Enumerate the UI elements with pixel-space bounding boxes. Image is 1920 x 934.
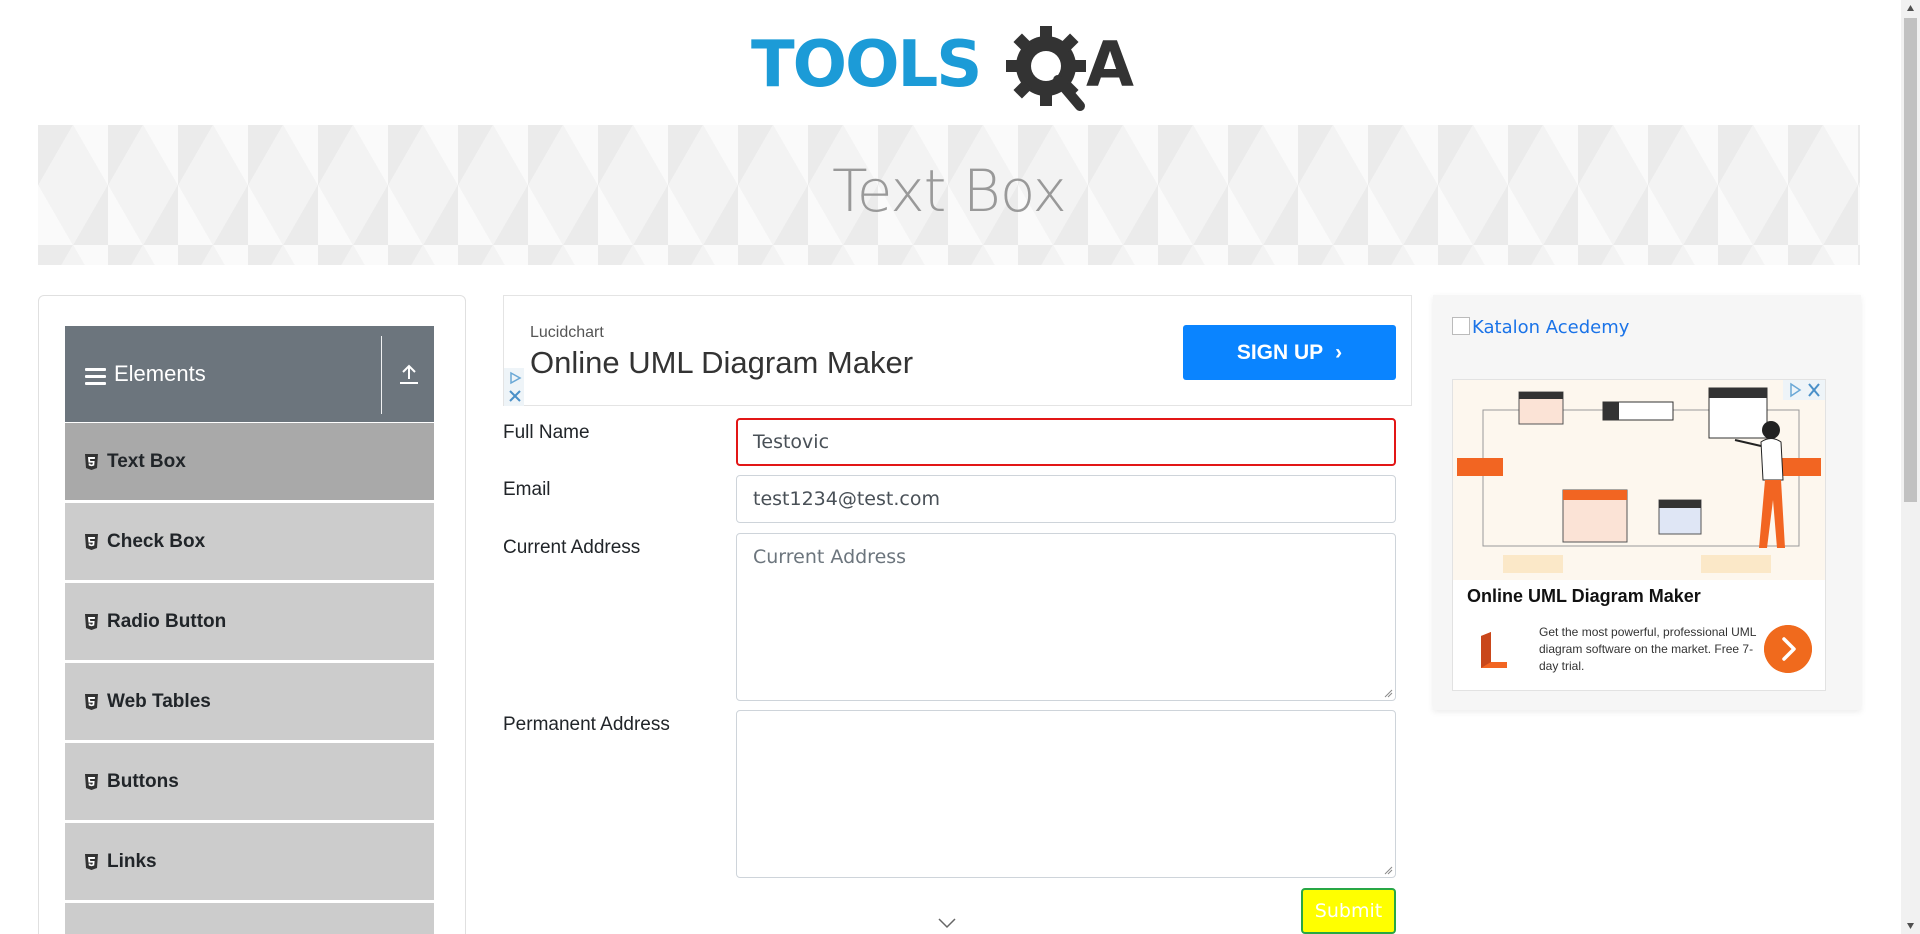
permanent-address-textarea[interactable] [736,710,1396,878]
current-address-textarea[interactable]: Current Address [736,533,1396,701]
resize-grip-icon[interactable] [1383,688,1393,698]
page-banner: Text Box [38,125,1860,265]
sidebar-item-text-box[interactable]: Text Box [65,422,434,500]
sidebar-item-label: Check Box [107,531,206,552]
permanent-address-label: Permanent Address [503,714,670,735]
email-input[interactable]: test1234@test.com [736,475,1396,523]
group-header-elements[interactable]: Elements [65,326,434,422]
katalon-link-text: Katalon Acedemy [1472,317,1630,338]
scrollbar-thumb[interactable] [1904,18,1917,502]
ad-signup-button[interactable]: SIGN UP › [1183,325,1396,380]
ad-headline: Online UML Diagram Maker [530,345,914,380]
html5-shield-icon [85,534,98,550]
html5-shield-icon [85,614,98,630]
uml-ad-card[interactable]: Online UML Diagram Maker Get the most po… [1452,379,1826,691]
sidebar-item-label: Text Box [107,451,186,472]
page-scrollbar[interactable] [1901,0,1920,934]
group-title: Elements [114,361,206,386]
toolsqa-logo-graphic: TOOLS A [751,26,1134,111]
svg-text:TOOLS: TOOLS [751,28,980,102]
upload-arrow-icon[interactable] [398,363,420,385]
chevron-right-icon: › [1335,341,1343,364]
full-name-label: Full Name [503,422,590,443]
broken-image-icon [1452,317,1470,335]
adchoices-icon[interactable] [508,371,522,385]
sidebar-item-next[interactable] [65,902,434,934]
sidebar-item-label: Links [107,851,157,872]
sidebar-item-web-tables[interactable]: Web Tables [65,662,434,740]
sidebar-item-check-box[interactable]: Check Box [65,502,434,580]
html5-shield-icon [85,774,98,790]
ad-brand: Lucidchart [530,324,604,341]
close-icon[interactable] [508,389,522,403]
sidebar-item-label: Radio Button [107,611,227,632]
html5-shield-icon [85,694,98,710]
scroll-up-arrow-icon[interactable] [1906,4,1915,12]
page: TOOLS A Text Box Elements Text Box Check… [0,0,1920,934]
hamburger-icon [85,368,106,385]
full-name-input[interactable]: Testovic [736,418,1396,466]
submit-button[interactable]: Submit [1301,888,1396,934]
ad-banner-lucidchart[interactable]: Lucidchart Online UML Diagram Maker SIGN… [503,295,1412,406]
uml-ad-description: Get the most powerful, professional UML … [1539,625,1756,673]
email-label: Email [503,479,551,500]
sidebar-item-links[interactable]: Links [65,822,434,900]
svg-text:A: A [1086,28,1134,101]
group-header-divider [381,336,382,414]
sidebar-item-label: Buttons [107,771,179,792]
current-address-label: Current Address [503,537,641,558]
sidebar-item-label: Web Tables [107,691,211,712]
ad-signup-label: SIGN UP [1236,341,1324,364]
html5-shield-icon [85,854,98,870]
resize-grip-icon[interactable] [1383,865,1393,875]
adchoices[interactable] [1783,380,1825,400]
chevron-down-icon[interactable] [937,917,957,929]
lucidchart-logo [1467,622,1523,678]
uml-diagram-illustration [1453,380,1825,580]
sidebar-item-buttons[interactable]: Buttons [65,742,434,820]
katalon-academy-link[interactable]: Katalon Acedemy [1452,317,1629,338]
left-panel: Elements Text Box Check Box Radio Button… [38,295,466,934]
current-address-placeholder: Current Address [753,546,907,568]
html5-shield-icon [85,454,98,470]
adchoices-icon[interactable] [1783,380,1825,400]
uml-ad-title: Online UML Diagram Maker [1467,586,1701,606]
email-value: test1234@test.com [753,488,940,510]
full-name-value: Testovic [753,431,830,453]
toolsqa-logo[interactable]: TOOLS A [751,18,1153,114]
adchoices[interactable] [504,368,524,406]
right-ad-panel: Katalon Acedemy Online UML Diagram Maker… [1433,295,1861,710]
scroll-down-arrow-icon[interactable] [1906,922,1915,930]
page-title: Text Box [832,157,1067,225]
arrow-right-icon[interactable] [1764,625,1812,673]
sidebar-item-radio-button[interactable]: Radio Button [65,582,434,660]
